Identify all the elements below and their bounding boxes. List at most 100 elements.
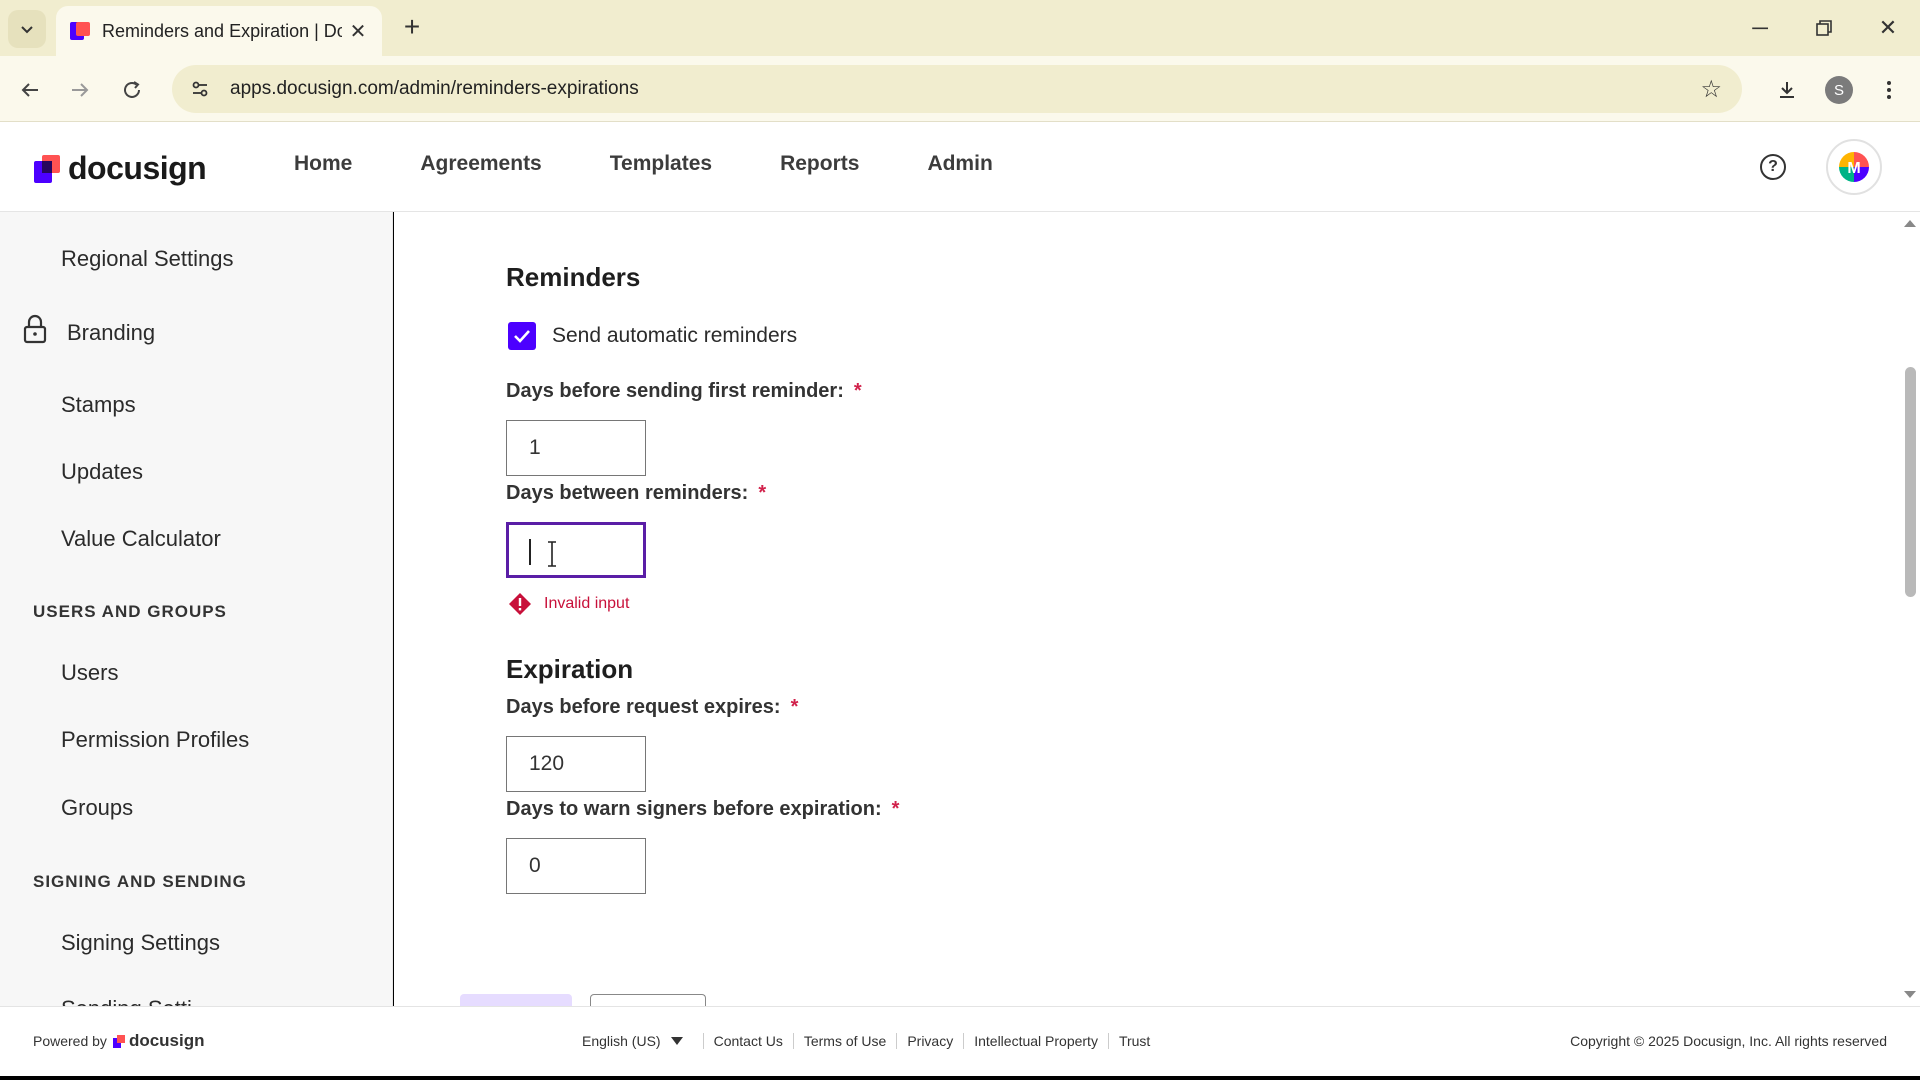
- sidebar-item-permission-profiles[interactable]: Permission Profiles: [61, 727, 249, 753]
- app-header: docusign Home Agreements Templates Repor…: [0, 122, 1920, 212]
- text-caret: [529, 539, 531, 565]
- docusign-mini-logo: [112, 1034, 125, 1048]
- kebab-menu-icon[interactable]: [1872, 73, 1906, 107]
- first-reminder-label-text: Days before sending first reminder:: [506, 380, 844, 402]
- error-diamond-icon: [509, 593, 531, 615]
- browser-tab[interactable]: Reminders and Expiration | Doc ✕: [56, 6, 382, 56]
- footer-link-trust[interactable]: Trust: [1107, 1033, 1160, 1049]
- between-reminders-label-text: Days between reminders:: [506, 482, 749, 504]
- required-asterisk: *: [853, 380, 862, 402]
- language-text: English (US): [582, 1033, 661, 1049]
- profile-button[interactable]: S: [1822, 73, 1856, 107]
- footer-links: English (US) Contact Us Terms of Use Pri…: [582, 1033, 1160, 1049]
- sidebar-item-signing-settings[interactable]: Signing Settings: [61, 930, 220, 956]
- footer-link-terms[interactable]: Terms of Use: [792, 1033, 896, 1049]
- chevron-down-icon: [21, 26, 33, 34]
- sidebar-item-regional-settings[interactable]: Regional Settings: [61, 246, 233, 272]
- first-reminder-input[interactable]: 1: [506, 420, 646, 476]
- auto-reminders-label: Send automatic reminders: [552, 324, 798, 347]
- copyright: Copyright © 2025 Docusign, Inc. All righ…: [1570, 1033, 1887, 1049]
- required-asterisk: *: [790, 696, 799, 718]
- avatar[interactable]: M: [1826, 139, 1882, 195]
- sidebar-item-groups[interactable]: Groups: [61, 795, 133, 821]
- sidebar-item-updates[interactable]: Updates: [61, 459, 143, 485]
- error-text: Invalid input: [544, 595, 630, 612]
- warn-signers-label-text: Days to warn signers before expiration:: [506, 798, 882, 820]
- star-icon[interactable]: ☆: [1700, 75, 1722, 104]
- tab-search-button[interactable]: [8, 10, 46, 48]
- auto-reminders-row[interactable]: Send automatic reminders: [508, 322, 797, 350]
- docusign-logo-mark: [34, 154, 60, 183]
- sidebar-item-stamps[interactable]: Stamps: [61, 392, 136, 418]
- checkmark-icon: [514, 330, 530, 343]
- ibeam-cursor-icon: [548, 541, 556, 567]
- expires-input[interactable]: 120: [506, 736, 646, 792]
- footer-link-privacy[interactable]: Privacy: [896, 1033, 963, 1049]
- powered-by-text: Powered by: [33, 1033, 107, 1049]
- warn-signers-label: Days to warn signers before expiration: *: [506, 798, 899, 821]
- close-icon[interactable]: ✕: [346, 19, 370, 44]
- warn-signers-input[interactable]: 0: [506, 838, 646, 894]
- window-close-icon[interactable]: ✕: [1868, 12, 1908, 44]
- language-selector[interactable]: English (US): [582, 1033, 703, 1049]
- caret-down-icon: [670, 1037, 683, 1045]
- invalid-input-error: Invalid input: [508, 592, 629, 616]
- required-asterisk: *: [891, 798, 900, 820]
- powered-by-brand: docusign: [128, 1031, 205, 1050]
- vertical-scrollbar[interactable]: [1900, 212, 1920, 1006]
- sidebar-item-value-calculator[interactable]: Value Calculator: [61, 526, 221, 552]
- scroll-up-arrow[interactable]: [1904, 220, 1916, 227]
- user-avatar-icon: M: [1839, 152, 1869, 182]
- sidebar-item-branding[interactable]: Branding: [67, 320, 155, 346]
- tune-icon[interactable]: [180, 69, 220, 109]
- expires-label: Days before request expires: *: [506, 696, 798, 719]
- scrollbar-thumb[interactable]: [1905, 367, 1916, 597]
- main-nav: Home Agreements Templates Reports Admin: [294, 152, 1061, 176]
- reminders-heading: Reminders: [506, 262, 641, 292]
- nav-reports[interactable]: Reports: [780, 152, 859, 176]
- reload-icon[interactable]: [114, 72, 150, 108]
- cancel-button-partial[interactable]: [590, 994, 706, 1006]
- between-reminders-input[interactable]: [506, 522, 646, 578]
- help-icon[interactable]: ?: [1760, 154, 1786, 180]
- save-button-partial[interactable]: [460, 994, 572, 1006]
- powered-by: Powered by docusign: [33, 1031, 205, 1051]
- footer-link-ip[interactable]: Intellectual Property: [963, 1033, 1108, 1049]
- nav-home[interactable]: Home: [294, 152, 352, 176]
- restore-icon[interactable]: [1804, 12, 1844, 44]
- back-icon[interactable]: [12, 72, 48, 108]
- scroll-down-arrow[interactable]: [1904, 991, 1916, 998]
- tab-title: Reminders and Expiration | Doc: [102, 20, 342, 41]
- required-asterisk: *: [758, 482, 767, 504]
- between-reminders-label: Days between reminders: *: [506, 482, 766, 505]
- sidebar-item-users[interactable]: Users: [61, 660, 118, 686]
- docusign-logo[interactable]: docusign: [34, 150, 207, 187]
- sidebar-item-sending-settings[interactable]: Sending Setti: [61, 996, 192, 1006]
- first-reminder-label: Days before sending first reminder: *: [506, 380, 862, 403]
- expires-label-text: Days before request expires:: [506, 696, 781, 718]
- docusign-favicon: [68, 20, 90, 42]
- url-text: apps.docusign.com/admin/reminders-expira…: [230, 78, 639, 99]
- page-footer: Powered by docusign English (US) Contact…: [0, 1006, 1920, 1076]
- new-tab-plus-icon[interactable]: +: [396, 12, 428, 44]
- nav-templates[interactable]: Templates: [610, 152, 712, 176]
- auto-reminders-checkbox[interactable]: [508, 322, 536, 350]
- sidebar-heading-users-and-groups: USERS AND GROUPS: [33, 602, 227, 621]
- footer-link-contact[interactable]: Contact Us: [702, 1033, 793, 1049]
- lock-icon: [23, 314, 47, 344]
- nav-admin[interactable]: Admin: [927, 152, 992, 176]
- url-bar[interactable]: apps.docusign.com/admin/reminders-expira…: [172, 65, 1742, 113]
- forward-icon[interactable]: [62, 72, 98, 108]
- profile-initial: S: [1825, 76, 1853, 104]
- minimize-icon[interactable]: ─: [1740, 12, 1780, 44]
- sidebar-heading-signing-and-sending: SIGNING AND SENDING: [33, 872, 247, 891]
- browser-tab-bar: Reminders and Expiration | Doc ✕ + ─ ✕: [0, 0, 1920, 56]
- svg-text:M: M: [1847, 160, 1860, 177]
- browser-address-bar: apps.docusign.com/admin/reminders-expira…: [0, 56, 1920, 122]
- expiration-heading: Expiration: [506, 654, 634, 684]
- nav-agreements[interactable]: Agreements: [420, 152, 541, 176]
- screen-bottom-edge: [0, 1076, 1920, 1080]
- logo-text: docusign: [68, 150, 207, 186]
- admin-sidebar: Regional Settings Branding Stamps Update…: [0, 212, 393, 1006]
- download-icon[interactable]: [1770, 73, 1804, 107]
